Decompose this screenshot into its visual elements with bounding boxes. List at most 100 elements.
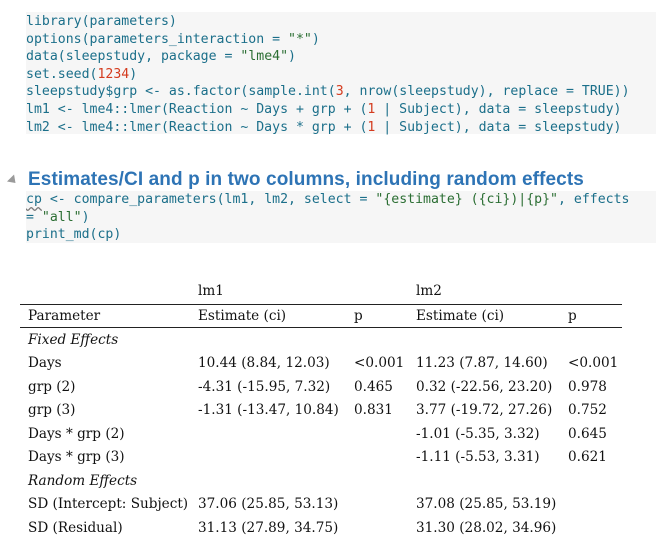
code-token: set.seed bbox=[26, 66, 90, 82]
table-cell: Fixed Effects bbox=[28, 331, 119, 348]
table-cell bbox=[560, 493, 622, 517]
table-cell: Days bbox=[28, 355, 62, 372]
table-cell bbox=[190, 328, 346, 352]
code-line: lm2 <- lme4::lmer(Reaction ~ Days * grp … bbox=[26, 119, 656, 137]
table-cell: lm2 bbox=[416, 283, 442, 299]
table-cell bbox=[190, 446, 346, 470]
code-token: lm1 <- lme4::lmer(Reaction ~ Days + grp … bbox=[26, 101, 368, 117]
code-token: "{estimate} ({ci})|{p}" bbox=[375, 192, 558, 207]
code-token: = bbox=[26, 209, 42, 225]
code-line: library(parameters) bbox=[26, 13, 656, 31]
table-cell bbox=[346, 446, 408, 470]
table-cell: <0.001 bbox=[354, 355, 405, 372]
table-cell bbox=[408, 328, 560, 352]
table-cell: 11.23 (7.87, 14.60) bbox=[416, 355, 548, 372]
table-cell bbox=[560, 516, 622, 541]
code-token: ( bbox=[327, 84, 336, 100]
table-cell: -1.11 (-5.53, 3.31) bbox=[416, 449, 540, 466]
code-token: <- bbox=[41, 192, 74, 207]
table-cell: 31.30 (28.02, 34.96) bbox=[408, 516, 560, 541]
code-token: | Subject), data = sleepstudy) bbox=[375, 119, 622, 135]
code-line: print_md(cp) bbox=[26, 226, 656, 244]
table-cell: lm1 bbox=[198, 283, 224, 299]
table-cell: 10.44 (8.84, 12.03) bbox=[198, 355, 330, 372]
table-cell: Days * grp (3) bbox=[28, 449, 125, 466]
table-cell: grp (2) bbox=[28, 378, 76, 395]
table-cell: 0.752 bbox=[568, 402, 607, 419]
table-cell: 0.465 bbox=[354, 378, 393, 395]
table-cell: SD (Intercept: Subject) bbox=[28, 496, 189, 513]
code-token: ) bbox=[81, 209, 90, 225]
table-header-row: Parameter Estimate (ci) p Estimate (ci) p bbox=[20, 304, 622, 328]
table-cell: 0.32 (-22.56, 23.20) bbox=[416, 378, 553, 395]
code-token: library bbox=[26, 14, 82, 29]
table-cell bbox=[346, 469, 408, 493]
code-token: nrow bbox=[359, 84, 392, 100]
code-line: = "all") bbox=[26, 209, 656, 227]
table-cell: Estimate (ci) bbox=[190, 304, 346, 328]
table-cell bbox=[346, 422, 408, 446]
table-cell bbox=[560, 469, 622, 493]
table-cell: 37.08 (25.85, 53.19) bbox=[416, 496, 557, 513]
table-cell: <0.001 bbox=[568, 355, 619, 372]
table-cell: 37.06 (25.85, 53.13) bbox=[198, 496, 339, 513]
table-row: Days * grp (2) -1.01 (-5.35, 3.32) 0.645 bbox=[20, 422, 622, 446]
code-line: cp <- compare_parameters(lm1, lm2, selec… bbox=[26, 191, 656, 209]
code-token: (lm1, lm2, select = bbox=[216, 192, 376, 207]
table-cell bbox=[346, 328, 408, 352]
table-cell bbox=[190, 469, 346, 493]
code-token: "*" bbox=[288, 31, 312, 47]
code-token: lm2 <- lme4::lmer(Reaction ~ Days * grp … bbox=[26, 119, 368, 135]
table-cell: 31.13 (27.89, 34.75) bbox=[190, 516, 346, 541]
code-token: data bbox=[26, 49, 58, 65]
code-block-compare[interactable]: cp <- compare_parameters(lm1, lm2, selec… bbox=[26, 191, 656, 243]
code-line: options(parameters_interaction = "*") bbox=[26, 31, 656, 49]
code-token: compare_parameters bbox=[73, 192, 217, 207]
code-block-setup[interactable]: library(parameters) options(parameters_in… bbox=[26, 12, 656, 137]
table-cell bbox=[346, 278, 408, 305]
code-token: as.factor bbox=[168, 84, 241, 100]
table-cell: Days * grp (2) bbox=[28, 425, 125, 442]
table-row: Days * grp (3) -1.11 (-5.53, 3.31) 0.621 bbox=[20, 446, 622, 470]
code-token: ) bbox=[311, 31, 320, 47]
table-cell: 0.621 bbox=[568, 449, 607, 466]
code-token: TRUE bbox=[581, 84, 614, 100]
section-heading-row: Estimates/CI and p in two columns, inclu… bbox=[6, 168, 584, 192]
collapse-triangle-icon[interactable] bbox=[6, 173, 20, 187]
code-token: (cp) bbox=[89, 227, 122, 243]
table-cell: Parameter bbox=[20, 304, 190, 328]
code-token: "all" bbox=[41, 209, 82, 225]
code-token: sleepstudy$grp <- bbox=[26, 84, 169, 100]
table-cell: p bbox=[560, 304, 622, 328]
code-token: cp bbox=[26, 192, 42, 207]
table-cell: 3.77 (-19.72, 27.26) bbox=[416, 402, 553, 419]
code-token: options bbox=[26, 31, 82, 47]
code-token: (parameters) bbox=[81, 14, 177, 29]
code-token: print_md bbox=[26, 227, 90, 243]
table-cell: -1.31 (-13.47, 10.84) bbox=[198, 402, 339, 419]
table-cell: -1.01 (-5.35, 3.32) bbox=[416, 425, 540, 442]
table-cell bbox=[190, 422, 346, 446]
table-cell: SD (Residual) bbox=[20, 516, 190, 541]
table-cell bbox=[560, 328, 622, 352]
section-heading: Estimates/CI and p in two columns, inclu… bbox=[28, 169, 584, 190]
table-row: SD (Residual) 31.13 (27.89, 34.75) 31.30 (… bbox=[20, 516, 622, 541]
table-cell: 0.645 bbox=[568, 425, 607, 442]
table-cell: 0.831 bbox=[354, 402, 393, 419]
table-cell bbox=[408, 469, 560, 493]
code-token: ) bbox=[129, 66, 138, 82]
code-line: data(sleepstudy, package = "lme4") bbox=[26, 48, 656, 66]
code-token: )) bbox=[613, 84, 630, 100]
table-row: grp (3) -1.31 (-13.47, 10.84) 0.831 3.77 (-… bbox=[20, 399, 622, 423]
code-token: ) bbox=[288, 49, 296, 65]
table-cell: Estimate (ci) bbox=[408, 304, 560, 328]
code-token: , effects bbox=[558, 192, 630, 207]
code-token: 1234 bbox=[97, 66, 130, 82]
table-row: SD (Intercept: Subject) 37.06 (25.85, 53.… bbox=[20, 493, 622, 517]
table-cell: p bbox=[346, 304, 408, 328]
table-cell: grp (3) bbox=[28, 402, 76, 419]
code-line: sleepstudy$grp <- as.factor(sample.int(3… bbox=[26, 83, 656, 101]
table-section-row: Random Effects bbox=[20, 469, 622, 493]
code-token: , bbox=[343, 84, 360, 100]
code-token: (sleepstudy), replace = bbox=[391, 84, 582, 100]
